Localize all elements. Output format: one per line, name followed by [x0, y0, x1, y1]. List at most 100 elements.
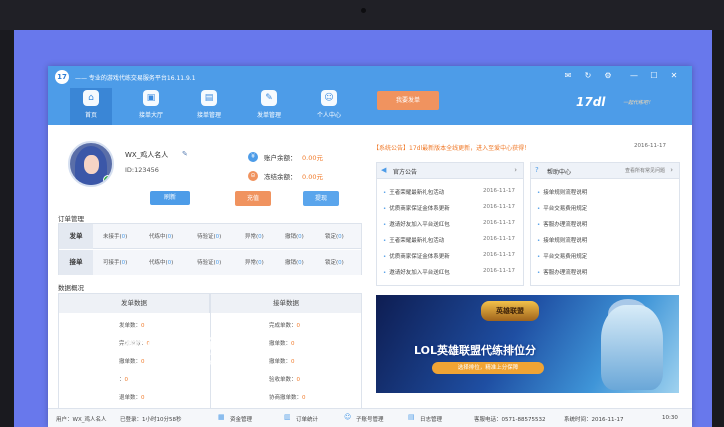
- log-management-link[interactable]: 日志管理: [420, 415, 442, 423]
- status-bar: 用户：WX_鸡人名人 已登录：1小时10分58秒 ▦ 资金管理 ▥ 订单统计 ☺…: [48, 408, 692, 427]
- announcement-item[interactable]: • 王者荣耀最新礼包活动: [383, 236, 444, 244]
- help-item[interactable]: • 平台交易费用规定: [537, 252, 587, 260]
- nav-post-management[interactable]: ✎ 发单管理: [248, 90, 290, 122]
- order-cell[interactable]: 锁定(0): [325, 232, 344, 240]
- chevron-right-icon[interactable]: ›: [670, 166, 673, 174]
- maximize-button[interactable]: ☐: [648, 70, 660, 81]
- chart-icon: ▥: [284, 413, 291, 421]
- frozen-balance-value: 0.00元: [302, 173, 323, 181]
- help-item[interactable]: • 客服办理流程说明: [537, 268, 587, 276]
- stat-row: 发单数：0: [119, 323, 145, 329]
- system-notice[interactable]: 【系统公告】17dl最新版本全线更新，进入至爱中心获得！: [373, 143, 530, 152]
- stat-row: 退单数：0: [119, 395, 145, 401]
- funds-management-link[interactable]: 资金管理: [230, 415, 252, 423]
- bag-icon: ▣: [143, 90, 159, 106]
- help-item[interactable]: • 客服办理流程说明: [537, 220, 587, 228]
- nav-label: 首页: [84, 112, 97, 119]
- edit-name-icon[interactable]: ✎: [182, 150, 188, 158]
- chevron-right-icon[interactable]: ›: [514, 166, 517, 174]
- order-cell[interactable]: 异常(0): [245, 232, 264, 240]
- refresh-button[interactable]: 刷新: [150, 191, 190, 205]
- promo-banner[interactable]: 英雄联盟 LOL英雄联盟代练排位分 选择排位，精准上分保障: [376, 295, 679, 393]
- panel-title: 官方公告: [393, 169, 418, 176]
- announcement-item[interactable]: • 优质商家保证金体系更新: [383, 204, 450, 212]
- sub-account-link[interactable]: 子账号管理: [356, 415, 384, 423]
- username: WX_鸡人名人: [125, 151, 169, 159]
- people-icon: ☺: [344, 413, 352, 421]
- post-order-button[interactable]: 我要发单: [377, 91, 439, 110]
- charge-button[interactable]: 充值: [235, 191, 271, 206]
- nav-personal-center[interactable]: ☺ 个人中心: [308, 90, 350, 122]
- order-cell[interactable]: 待验证(0): [197, 232, 221, 240]
- help-item[interactable]: • 接单规则流程说明: [537, 188, 587, 196]
- announcement-item[interactable]: • 优质商家保证金体系更新: [383, 252, 450, 260]
- announcement-item[interactable]: • 王者荣耀最新礼包活动: [383, 188, 444, 196]
- order-cell[interactable]: 撤销(0): [285, 232, 304, 240]
- clipboard-icon: ▤: [201, 90, 217, 106]
- refresh-icon[interactable]: ↻: [582, 70, 594, 81]
- app-logo: 17: [55, 70, 69, 84]
- funds-icon: ▦: [218, 413, 225, 421]
- order-cell[interactable]: 未接手(0): [103, 232, 127, 240]
- help-center-panel: ? 帮助中心 查看所有常见问题 › • 接单规则流程说明 • 平台交易费用规定 • 客…: [530, 162, 680, 286]
- announcement-item[interactable]: • 邀请好友加入平台送红包: [383, 220, 450, 228]
- nav-label: 接单大厅: [138, 112, 163, 119]
- stat-row: 撤单数：0: [269, 359, 295, 365]
- nav-order-hall[interactable]: ▣ 接单大厅: [130, 90, 172, 122]
- brand-logo: 17dl: [576, 95, 606, 109]
- announcement-item[interactable]: • 邀请好友加入平台送红包: [383, 268, 450, 276]
- help-item[interactable]: • 平台交易费用规定: [537, 204, 587, 212]
- banner-character: [601, 305, 663, 390]
- announcement-date: 2016-11-17: [483, 268, 515, 274]
- orders-row-accept: 接单 可接手(0) 代练中(0) 待验证(0) 异常(0) 撤销(0) 锁定(0…: [59, 250, 361, 275]
- stat-row: 验收单数：0: [269, 377, 301, 383]
- avatar[interactable]: ✓: [68, 141, 114, 187]
- order-cell[interactable]: 代练中(0): [149, 232, 173, 240]
- wallet-icon: ¥: [248, 152, 258, 162]
- stat-row: 协商撤单数：0: [269, 395, 306, 401]
- nav-accept-management[interactable]: ▤ 接单管理: [188, 90, 230, 122]
- announcement-date: 2016-11-17: [483, 220, 515, 226]
- monitor-bezel: [0, 0, 724, 30]
- user-icon: ☺: [321, 90, 337, 106]
- order-cell[interactable]: 待验证(0): [197, 258, 221, 266]
- app-window: 17 —— 专业的游戏代练交易服务平台16.11.9.1 ✉ ↻ ⚙ — ☐ ✕…: [48, 66, 692, 427]
- help-item[interactable]: • 接单规则流程说明: [537, 236, 587, 244]
- announcement-date: 2016-11-17: [483, 204, 515, 210]
- nav-label: 发单管理: [256, 112, 281, 119]
- app-subtitle: —— 专业的游戏代练交易服务平台16.11.9.1: [75, 75, 196, 82]
- close-button[interactable]: ✕: [668, 70, 680, 81]
- lock-icon: ⊝: [248, 171, 258, 181]
- mail-icon[interactable]: ✉: [562, 70, 574, 81]
- announcement-date: 2016-11-17: [483, 236, 515, 242]
- hotline: 客服电话：0571-88575532: [474, 417, 546, 423]
- order-cell[interactable]: 锁定(0): [325, 258, 344, 266]
- orders-row-post: 发单 未接手(0) 代练中(0) 待验证(0) 异常(0) 撤销(0) 锁定(0…: [59, 224, 361, 249]
- official-announcements-panel: ◀ 官方公告 › • 王者荣耀最新礼包活动 2016-11-17 • 优质商家保证金…: [376, 162, 524, 286]
- settings-icon[interactable]: ⚙: [602, 70, 614, 81]
- view-all-faq-link[interactable]: 查看所有常见问题: [625, 167, 665, 174]
- order-cell[interactable]: 异常(0): [245, 258, 264, 266]
- order-cell[interactable]: 可接手(0): [103, 258, 127, 266]
- account-balance-label: 账户余额：: [264, 154, 297, 162]
- order-cell[interactable]: 撤销(0): [285, 258, 304, 266]
- banner-title: LOL英雄联盟代练排位分: [414, 344, 536, 357]
- stat-row: 撤单数：0: [269, 341, 295, 347]
- game-emblem: 英雄联盟: [481, 301, 539, 321]
- footer-online-time: 已登录：1小时10分58秒: [120, 417, 182, 423]
- withdraw-button[interactable]: 提现: [303, 191, 339, 206]
- order-cell[interactable]: 代练中(0): [149, 258, 173, 266]
- order-stats-link[interactable]: 订单统计: [296, 415, 318, 423]
- stat-row: ：0: [119, 377, 129, 383]
- watermark-logo: [64, 328, 112, 368]
- panel-header: ? 帮助中心 查看所有常见问题 ›: [531, 163, 679, 179]
- log-icon: ▤: [408, 413, 415, 421]
- minimize-button[interactable]: —: [628, 70, 640, 81]
- post-stats-header: 发单数据: [59, 294, 210, 313]
- accept-stats-header: 接单数据: [211, 294, 361, 313]
- orders-section-title: 订单管理: [58, 215, 84, 223]
- nav-home[interactable]: ⌂ 首页: [70, 88, 112, 125]
- verified-icon: ✓: [103, 175, 112, 185]
- stats-section-title: 数据概况: [58, 284, 84, 292]
- orders-table: 发单 未接手(0) 代练中(0) 待验证(0) 异常(0) 撤销(0) 锁定(0…: [58, 223, 362, 275]
